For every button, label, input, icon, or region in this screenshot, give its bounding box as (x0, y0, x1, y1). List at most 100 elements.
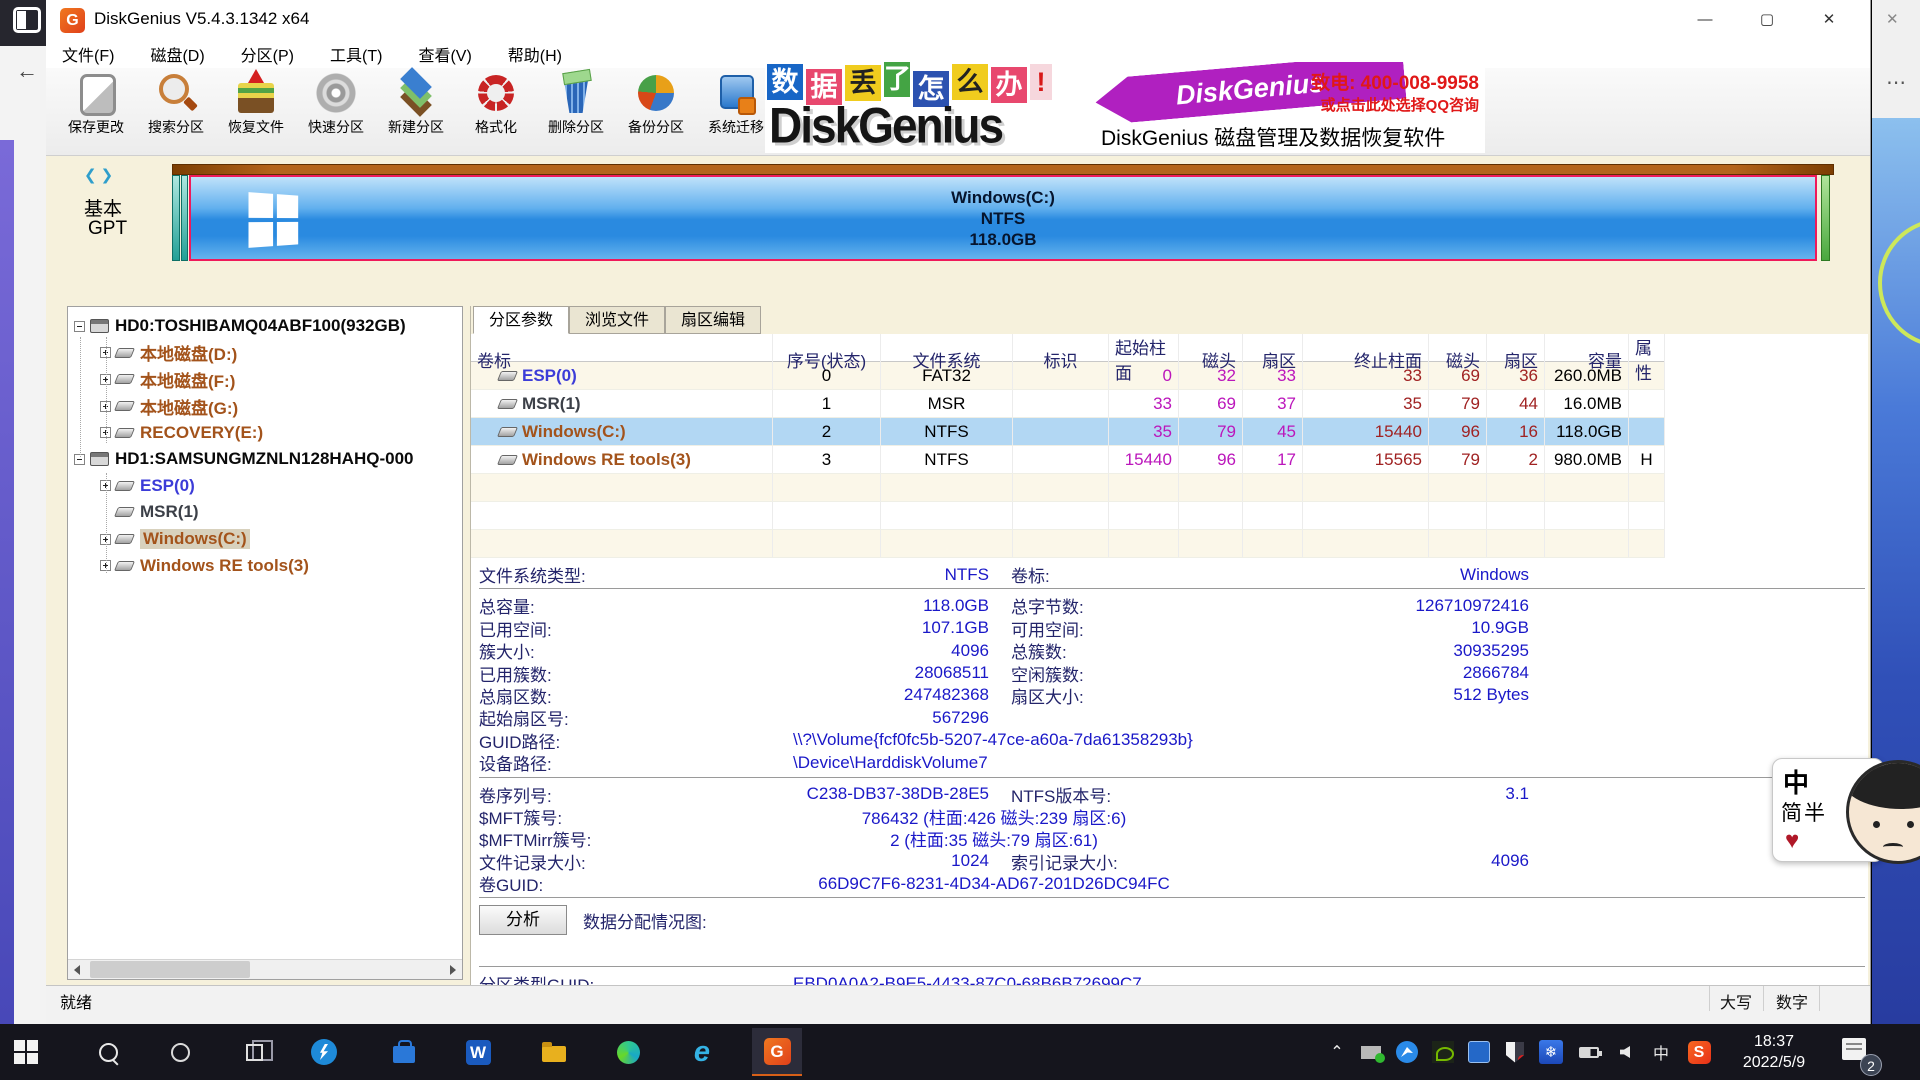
tab-browse-files[interactable]: 浏览文件 (569, 306, 665, 334)
scroll-left-button[interactable] (68, 960, 88, 979)
mascot-eye (1907, 821, 1914, 828)
scroll-right-button[interactable] (442, 960, 462, 979)
divider (479, 966, 1865, 967)
tree-item-hd1[interactable]: HD1:SAMSUNGMZNLN128HAHQ-000 (68, 446, 462, 473)
close-button[interactable]: ✕ (1798, 0, 1860, 40)
search-partition-button[interactable]: 搜索分区 (136, 68, 216, 152)
tray-snowflake-icon[interactable]: ❄ (1536, 1038, 1566, 1066)
tree-item-msr[interactable]: MSR(1) (68, 499, 462, 526)
nav-right-icon[interactable]: ❯ (101, 167, 118, 184)
ad-banner[interactable]: 数 据 丢 了 怎 么 办 ! DiskGenius DiskGenius 致电… (765, 62, 1485, 153)
taskbar-clock[interactable]: 18:37 2022/5/9 (1724, 1031, 1824, 1073)
selected-partition-name: Windows(C:) (951, 187, 1055, 208)
tray-volume-icon[interactable] (1610, 1038, 1640, 1066)
tree-horizontal-scrollbar[interactable] (68, 959, 462, 979)
tree-item-hd0[interactable]: HD0:TOSHIBAMQ04ABF100(932GB) (68, 313, 462, 340)
table-row-esp[interactable]: ESP(0) 0FAT32 03233 336936 260.0MB (471, 362, 1665, 390)
partition-icon (114, 561, 135, 571)
tray-battery-icon[interactable] (1574, 1038, 1604, 1066)
detail-label: 卷GUID: (479, 871, 779, 896)
word-icon[interactable]: W (464, 1038, 492, 1066)
format-ring-icon (474, 71, 518, 115)
disk-icon (90, 319, 109, 333)
tray-chevron-icon[interactable]: ⌃ (1322, 1038, 1352, 1066)
file-explorer-icon[interactable] (540, 1038, 568, 1066)
detail-value: 2866784 (1209, 663, 1529, 683)
tab-partition-params[interactable]: 分区参数 (473, 306, 569, 334)
task-view-icon[interactable] (240, 1038, 268, 1066)
detail-value: 247482368 (779, 685, 989, 705)
taskbar-search-icon[interactable] (94, 1038, 122, 1066)
menu-file[interactable]: 文件(F) (58, 42, 118, 66)
app-logo-icon: G (60, 8, 85, 33)
table-row-msr[interactable]: MSR(1) 1MSR 336937 357944 16.0MB (471, 390, 1665, 418)
ad-tile: 数 (767, 64, 803, 100)
esp-partition-segment[interactable] (172, 175, 180, 261)
edge-icon[interactable]: e (688, 1038, 716, 1066)
msr-partition-segment[interactable] (181, 175, 188, 261)
back-arrow-icon[interactable]: ← (16, 58, 38, 84)
detail-value: NTFS (779, 565, 989, 585)
menu-tools[interactable]: 工具(T) (326, 42, 386, 66)
table-row-windows-re[interactable]: Windows RE tools(3) 3NTFS 154409617 1556… (471, 446, 1665, 474)
delete-partition-button[interactable]: 删除分区 (536, 68, 616, 152)
browser-360-icon[interactable] (614, 1038, 642, 1066)
tray-printer-icon[interactable] (1356, 1038, 1386, 1066)
layers-icon (394, 71, 438, 115)
menu-view[interactable]: 查看(V) (414, 42, 475, 66)
menu-partition[interactable]: 分区(P) (237, 42, 298, 66)
tab-sector-edit[interactable]: 扇区编辑 (665, 306, 761, 334)
maximize-button[interactable]: ▢ (1736, 0, 1798, 40)
backup-partition-button[interactable]: 备份分区 (616, 68, 696, 152)
tree-item-windows-re[interactable]: Windows RE tools(3) (68, 552, 462, 579)
flow-app-icon[interactable] (310, 1038, 338, 1066)
allocation-map-area (479, 936, 1865, 962)
tray-security-shield-icon[interactable] (1500, 1038, 1530, 1066)
windows-c-partition-segment[interactable]: Windows(C:) NTFS 118.0GB (189, 175, 1817, 261)
tree-item-recovery-e[interactable]: RECOVERY(E:) (68, 419, 462, 446)
re-tools-partition-segment[interactable] (1821, 175, 1830, 261)
search-icon (154, 71, 198, 115)
status-separator (1709, 986, 1710, 1011)
mascot-eye (1873, 821, 1880, 828)
delete-partition-label: 删除分区 (536, 117, 616, 137)
tree-item-local-f[interactable]: 本地磁盘(F:) (68, 366, 462, 393)
table-row-empty (471, 530, 1665, 558)
menu-disk[interactable]: 磁盘(D) (146, 42, 208, 66)
quick-partition-button[interactable]: 快速分区 (296, 68, 376, 152)
disk-scheme-label: GPT (88, 218, 127, 240)
status-bar: 就绪 大写 数字 (46, 985, 1870, 1024)
table-row-windows-c-selected[interactable]: Windows(C:) 2NTFS 357945 154409616 118.0… (471, 418, 1665, 446)
disk-icon (90, 452, 109, 466)
diskgenius-taskbar-button[interactable]: G (752, 1028, 802, 1076)
store-icon[interactable] (390, 1038, 418, 1066)
new-partition-button[interactable]: 新建分区 (376, 68, 456, 152)
detail-value: 4096 (779, 641, 989, 661)
ad-qq-link[interactable]: 或点击此处选择QQ咨询 (1321, 94, 1479, 115)
scrollbar-thumb[interactable] (90, 961, 250, 978)
collapse-icon[interactable] (74, 321, 85, 332)
tray-sogou-icon[interactable]: S (1684, 1038, 1714, 1066)
partition-table: 卷标 序号(状态) 文件系统 标识 起始柱面 磁头 扇区 终止柱面 磁头 扇区 … (471, 334, 1665, 558)
cortana-icon[interactable] (166, 1038, 194, 1066)
nav-left-icon[interactable]: ❮ (84, 167, 101, 184)
tree-item-esp[interactable]: ESP(0) (68, 473, 462, 500)
tree-item-local-g[interactable]: 本地磁盘(G:) (68, 393, 462, 420)
format-button[interactable]: 格式化 (456, 68, 536, 152)
tray-bird-icon[interactable] (1392, 1038, 1422, 1066)
menu-help[interactable]: 帮助(H) (504, 42, 566, 66)
tree-item-local-d[interactable]: 本地磁盘(D:) (68, 340, 462, 367)
analyze-button[interactable]: 分析 (479, 905, 567, 935)
recover-files-button[interactable]: 恢复文件 (216, 68, 296, 152)
system-migrate-button[interactable]: 系统迁移 (696, 68, 776, 152)
start-button[interactable] (12, 1038, 40, 1066)
tray-ime-indicator[interactable]: 中 (1646, 1038, 1676, 1066)
minimize-button[interactable]: — (1674, 0, 1736, 40)
tree-label: HD1:SAMSUNGMZNLN128HAHQ-000 (115, 449, 414, 469)
tree-item-windows-c[interactable]: Windows(C:) (68, 526, 462, 553)
tray-nvidia-icon[interactable] (1428, 1038, 1458, 1066)
detail-label: 总字节数: (989, 593, 1209, 618)
save-changes-button[interactable]: 保存更改 (56, 68, 136, 152)
tray-intel-icon[interactable] (1464, 1038, 1494, 1066)
tab-bar: 分区参数 浏览文件 扇区编辑 (471, 306, 1868, 334)
